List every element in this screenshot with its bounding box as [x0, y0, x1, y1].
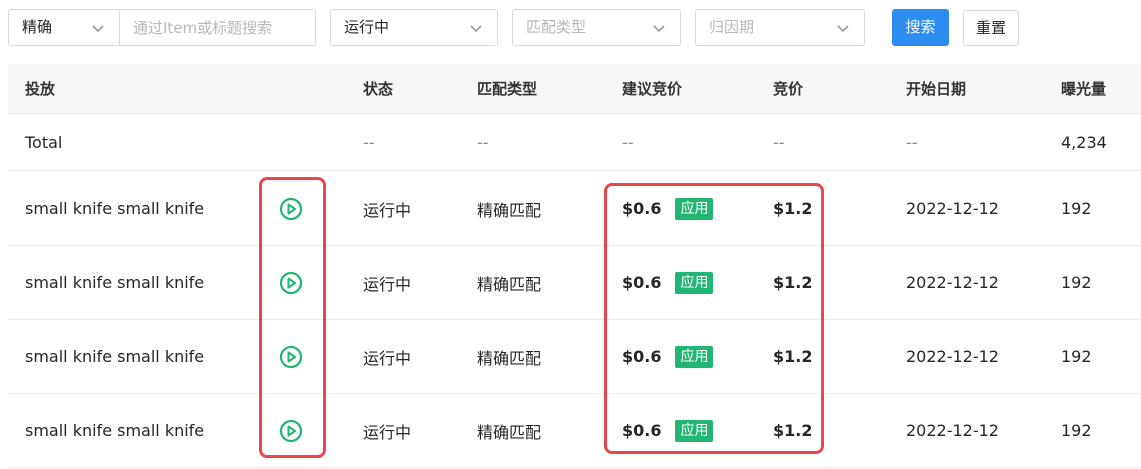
status-cell: 运行中	[363, 274, 412, 294]
column-header-bid[interactable]: 竞价	[773, 64, 803, 113]
total-row: Total -- -- -- -- -- 4,234	[8, 114, 1141, 171]
attribution-select[interactable]: 归因期	[695, 9, 865, 46]
impressions-cell: 192	[1061, 421, 1092, 440]
placement-name[interactable]: small knife small knife	[25, 246, 204, 319]
match-type-cell: 精确匹配	[477, 422, 542, 442]
total-suggested-bid: --	[622, 132, 634, 152]
status-cell: 运行中	[363, 200, 412, 220]
column-header-match-type[interactable]: 匹配类型	[477, 64, 537, 113]
play-column-highlight	[259, 177, 326, 458]
table-row: small knife small knife 运行中 精确匹配 $0.6 应用 $1.2…	[8, 246, 1141, 320]
search-button[interactable]: 搜索	[892, 9, 949, 46]
table-row: small knife small knife 运行中 精确匹配 $0.6 应用 $1.2…	[8, 320, 1141, 394]
total-status: --	[363, 132, 375, 152]
table-row: small knife small knife 运行中 精确匹配 $0.6 应用 $1.2…	[8, 172, 1141, 246]
status-cell: 运行中	[363, 348, 412, 368]
placement-name[interactable]: small knife small knife	[25, 320, 204, 393]
table-row: small knife small knife 运行中 精确匹配 $0.6 应用 $1.2…	[8, 394, 1141, 468]
column-header-impressions[interactable]: 曝光量	[1061, 64, 1106, 113]
start-date-cell: 2022-12-12	[906, 421, 999, 440]
bid-columns-highlight	[604, 183, 824, 454]
match-type-cell: 精确匹配	[477, 348, 542, 368]
total-bid: --	[773, 132, 785, 152]
chevron-down-icon	[469, 21, 483, 35]
placement-name[interactable]: small knife small knife	[25, 172, 204, 245]
impressions-cell: 192	[1061, 199, 1092, 218]
column-header-start-date[interactable]: 开始日期	[906, 64, 966, 113]
search-field[interactable]	[119, 10, 315, 45]
column-header-status[interactable]: 状态	[363, 64, 393, 113]
total-impressions: 4,234	[1061, 132, 1107, 152]
total-start-date: --	[906, 132, 918, 152]
search-input[interactable]	[119, 9, 316, 46]
status-select-value: 运行中	[344, 18, 390, 36]
chevron-down-icon	[836, 21, 850, 35]
total-match-type: --	[477, 132, 489, 152]
placement-name[interactable]: small knife small knife	[25, 394, 204, 467]
start-date-cell: 2022-12-12	[906, 347, 999, 366]
column-header-placement[interactable]: 投放	[25, 64, 55, 113]
match-mode-value: 精确	[22, 18, 53, 36]
column-header-suggested-bid[interactable]: 建议竞价	[622, 64, 682, 113]
chevron-down-icon	[91, 21, 105, 35]
match-type-placeholder: 匹配类型	[526, 18, 587, 36]
filter-bar: 精确 运行中 匹配类型 归因期 搜索 重置	[0, 0, 1141, 60]
status-select[interactable]: 运行中	[330, 9, 498, 46]
impressions-cell: 192	[1061, 273, 1092, 292]
match-mode-select[interactable]: 精确	[8, 9, 120, 46]
total-label: Total	[25, 132, 63, 152]
match-type-cell: 精确匹配	[477, 200, 542, 220]
reset-button[interactable]: 重置	[963, 10, 1019, 46]
start-date-cell: 2022-12-12	[906, 199, 999, 218]
match-type-select[interactable]: 匹配类型	[512, 9, 681, 46]
chevron-down-icon	[652, 21, 666, 35]
match-type-cell: 精确匹配	[477, 274, 542, 294]
impressions-cell: 192	[1061, 347, 1092, 366]
attribution-placeholder: 归因期	[709, 18, 755, 36]
status-cell: 运行中	[363, 422, 412, 442]
table-header: 投放 状态 匹配类型 建议竞价 竞价 开始日期 曝光量	[8, 64, 1141, 114]
start-date-cell: 2022-12-12	[906, 273, 999, 292]
